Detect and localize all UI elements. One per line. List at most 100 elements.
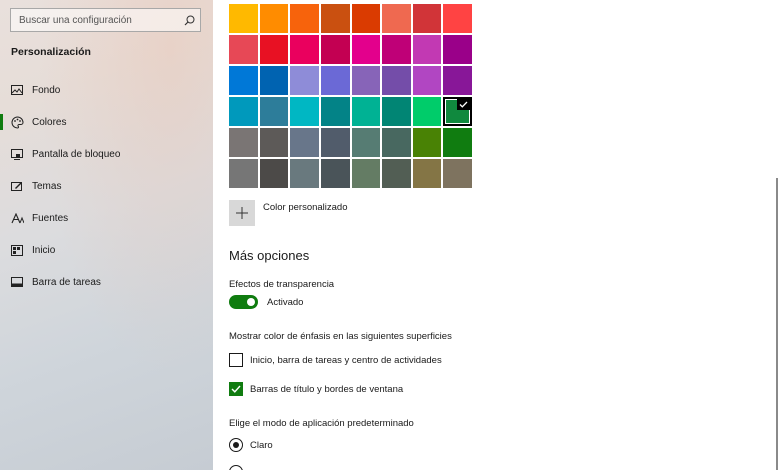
transparency-toggle[interactable] (229, 295, 258, 309)
themes-icon (10, 179, 24, 193)
color-swatch[interactable] (290, 159, 319, 188)
radio-row-dark (229, 465, 243, 470)
color-swatch[interactable] (443, 128, 472, 157)
color-swatch[interactable] (229, 66, 258, 95)
color-swatch[interactable] (443, 35, 472, 64)
color-swatch[interactable] (443, 97, 472, 126)
color-swatch[interactable] (382, 4, 411, 33)
swatch-row (229, 97, 474, 126)
search-icon[interactable] (178, 9, 200, 31)
sidebar-item-pantalla-de-bloqueo[interactable]: Pantalla de bloqueo (0, 138, 213, 170)
color-swatch[interactable] (412, 128, 442, 157)
color-swatch[interactable] (382, 128, 411, 157)
color-swatch[interactable] (229, 35, 258, 64)
color-swatch[interactable] (229, 159, 258, 188)
sidebar-item-label: Pantalla de bloqueo (32, 148, 121, 160)
swatch-row (229, 35, 474, 64)
search-box[interactable]: Buscar una configuración (10, 8, 201, 32)
accent-surfaces-label: Mostrar color de énfasis en las siguient… (229, 331, 452, 342)
radio-label: Claro (250, 439, 273, 451)
color-swatch[interactable] (443, 4, 472, 33)
color-swatch[interactable] (443, 66, 472, 95)
checkmark-icon (457, 99, 470, 110)
plus-icon (236, 207, 248, 219)
color-swatch[interactable] (412, 66, 442, 95)
fonts-icon (10, 211, 24, 225)
checkbox-row-titlebars: Barras de título y bordes de ventana (229, 382, 403, 396)
color-swatch[interactable] (290, 66, 319, 95)
dark-mode-radio[interactable] (229, 465, 243, 470)
sidebar-item-temas[interactable]: Temas (0, 170, 213, 202)
titlebars-checkbox[interactable] (229, 382, 243, 396)
checkbox-label: Barras de título y bordes de ventana (250, 383, 404, 395)
start-icon (10, 243, 24, 257)
color-swatch[interactable] (351, 66, 381, 95)
sidebar-item-label: Fondo (32, 84, 61, 96)
sidebar-nav: Fondo Colores Pantalla de bloqueo Temas … (0, 74, 213, 298)
radio-row-light: Claro (229, 438, 273, 452)
sidebar-item-label: Fuentes (32, 212, 69, 224)
color-swatch[interactable] (351, 159, 381, 188)
color-swatch[interactable] (351, 35, 381, 64)
color-swatch[interactable] (229, 4, 258, 33)
sidebar-item-label: Barra de tareas (32, 276, 101, 288)
sidebar: Buscar una configuración Personalización… (0, 0, 213, 470)
color-swatch[interactable] (412, 35, 442, 64)
color-swatch[interactable] (443, 159, 472, 188)
color-swatch[interactable] (320, 97, 350, 126)
color-swatch[interactable] (290, 35, 319, 64)
color-swatch[interactable] (229, 97, 258, 126)
sidebar-item-inicio[interactable]: Inicio (0, 234, 213, 266)
color-swatch[interactable] (259, 35, 289, 64)
color-swatch[interactable] (351, 4, 381, 33)
color-swatch[interactable] (412, 4, 442, 33)
sidebar-item-fondo[interactable]: Fondo (0, 74, 213, 106)
color-swatch[interactable] (320, 128, 350, 157)
color-swatch[interactable] (320, 66, 350, 95)
search-input[interactable]: Buscar una configuración (19, 15, 178, 26)
color-swatch[interactable] (351, 97, 381, 126)
color-swatch[interactable] (382, 35, 411, 64)
color-swatch[interactable] (259, 128, 289, 157)
sidebar-item-colores[interactable]: Colores (0, 106, 213, 138)
app-mode-label: Elige el modo de aplicación predetermina… (229, 418, 414, 429)
color-swatch[interactable] (259, 66, 289, 95)
color-swatch[interactable] (290, 128, 319, 157)
light-mode-radio[interactable] (229, 438, 243, 452)
color-swatch[interactable] (259, 97, 289, 126)
color-swatch[interactable] (229, 128, 258, 157)
image-icon (10, 83, 24, 97)
sidebar-item-barra-de-tareas[interactable]: Barra de tareas (0, 266, 213, 298)
swatch-row (229, 128, 474, 157)
sidebar-item-label: Colores (32, 116, 67, 128)
color-swatch[interactable] (320, 4, 350, 33)
scrollbar[interactable] (776, 178, 778, 470)
color-swatch[interactable] (259, 159, 289, 188)
color-swatch[interactable] (412, 159, 442, 188)
color-swatch[interactable] (412, 97, 442, 126)
transparency-label: Efectos de transparencia (229, 279, 335, 290)
start-taskbar-checkbox[interactable] (229, 353, 243, 367)
palette-icon (10, 115, 24, 129)
checkmark-icon (231, 385, 241, 393)
add-custom-color-button[interactable] (229, 200, 255, 226)
color-swatch[interactable] (382, 97, 411, 126)
color-swatch[interactable] (351, 128, 381, 157)
color-swatch[interactable] (290, 97, 319, 126)
color-swatch[interactable] (382, 159, 411, 188)
color-grid (229, 4, 474, 190)
sidebar-item-fuentes[interactable]: Fuentes (0, 202, 213, 234)
sidebar-item-label: Temas (32, 180, 62, 192)
color-swatch[interactable] (320, 35, 350, 64)
color-swatch[interactable] (320, 159, 350, 188)
toggle-knob (247, 298, 255, 306)
color-swatch[interactable] (259, 4, 289, 33)
toggle-state-label: Activado (267, 296, 304, 308)
checkbox-row-start: Inicio, barra de tareas y centro de acti… (229, 353, 442, 367)
transparency-toggle-row: Activado (229, 295, 303, 309)
color-swatch[interactable] (290, 4, 319, 33)
color-swatch[interactable] (382, 66, 411, 95)
swatch-row (229, 159, 474, 188)
main-content: Color personalizado Más opciones Efectos… (213, 0, 780, 470)
radio-dot (233, 442, 239, 448)
